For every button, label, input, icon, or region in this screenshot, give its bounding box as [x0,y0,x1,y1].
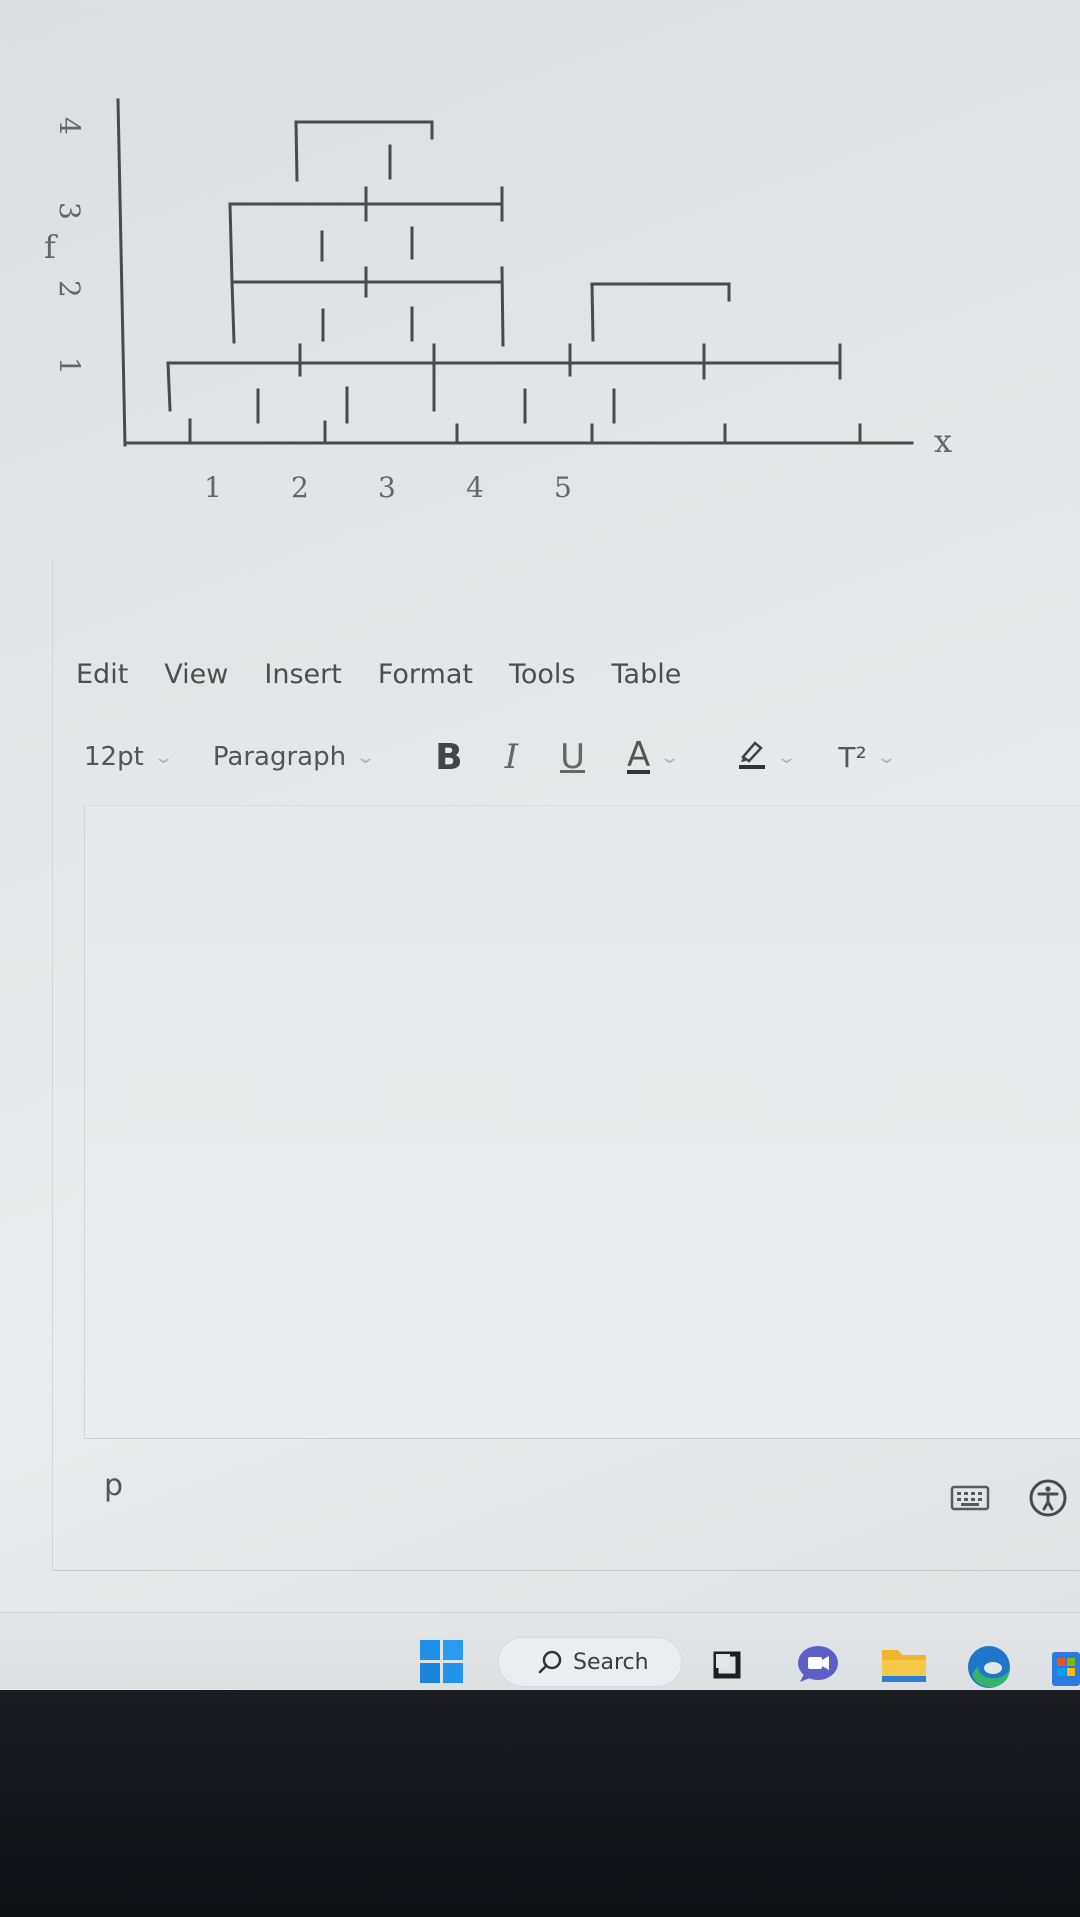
menu-table[interactable]: Table [612,659,682,690]
x-tick-label: 2 [291,471,309,504]
task-view-icon[interactable] [712,1648,744,1685]
accessibility-icon[interactable] [1028,1478,1068,1518]
chevron-down-icon: ⌄ [152,746,174,768]
underline-label: U [560,737,585,777]
superscript-button[interactable]: T² ⌄ [838,740,896,774]
editor-toolbar: 12pt ⌄ Paragraph ⌄ B I U A ⌄ ⌄ T² ⌄ [84,732,897,782]
taskbar-search-box[interactable]: Search [498,1637,682,1687]
highlighter-icon [737,737,767,778]
level2-right [500,266,505,347]
menu-tools[interactable]: Tools [509,659,576,690]
store-app-icon[interactable] [1052,1646,1080,1693]
level2-left [230,280,236,344]
right-bracket-left [590,282,595,342]
text-color-label: A [626,735,651,775]
italic-button[interactable]: I [505,737,518,777]
y-axis [116,98,127,447]
status-icons [950,1478,1068,1518]
search-label: Search [573,1649,649,1675]
chevron-down-icon: ⌄ [776,746,798,768]
block-format-value: Paragraph [212,742,347,772]
keyboard-icon[interactable] [950,1483,990,1513]
editor-menubar: Edit View Insert Format Tools Table [76,650,717,698]
y-tick-label: 3 [53,202,86,220]
highlight-color-button[interactable]: ⌄ [737,737,798,778]
figure-svg: 4 3 f 2 1 1 2 3 4 5 x [44,98,952,504]
chevron-down-icon: ⌄ [875,746,897,768]
problem-figure: 4 3 f 2 1 1 2 3 4 5 x [0,0,1080,540]
level3-left [228,202,234,284]
x-axis-label: x [934,422,952,460]
y-axis-label: f [44,228,58,266]
x-tick-label: 5 [554,471,572,504]
teams-chat-icon[interactable] [796,1644,840,1689]
chevron-down-icon: ⌄ [659,746,681,768]
file-explorer-icon[interactable] [880,1646,928,1689]
superscript-label: T² [838,740,867,774]
font-size-value: 12pt [84,742,144,772]
bold-label: B [435,736,463,778]
menu-format[interactable]: Format [378,659,473,690]
search-icon [537,1649,563,1675]
element-path[interactable]: p [104,1468,123,1503]
monitor-bezel [0,1690,1080,1917]
x-tick-label: 1 [204,471,222,504]
y-tick-label: 2 [53,280,86,298]
underline-button[interactable]: U [560,737,585,777]
bar-end-left [166,361,172,412]
chevron-down-icon: ⌄ [355,746,377,768]
windows-start-icon[interactable] [420,1640,464,1689]
level4-left [294,120,299,182]
text-color-button[interactable]: A ⌄ [626,735,681,775]
y-tick-label: 1 [53,357,86,375]
font-size-select[interactable]: 12pt ⌄ [84,742,174,772]
edge-browser-icon[interactable] [966,1644,1012,1695]
menu-view[interactable]: View [164,659,228,690]
bold-button[interactable]: B [435,737,462,778]
x-tick-label: 4 [466,471,484,504]
y-tick-label: 4 [53,117,86,135]
italic-label: I [504,737,519,777]
menu-edit[interactable]: Edit [76,659,128,690]
x-tick-label: 3 [378,471,396,504]
editor-content-area[interactable] [84,805,1080,1439]
block-format-select[interactable]: Paragraph ⌄ [212,742,377,772]
menu-insert[interactable]: Insert [264,659,341,690]
